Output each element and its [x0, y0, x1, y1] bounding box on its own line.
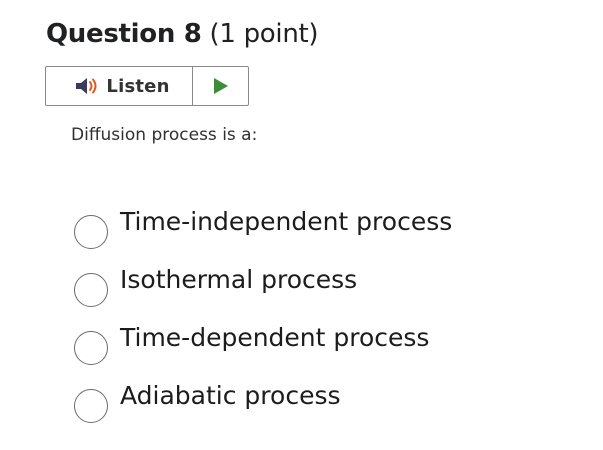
answer-options: Time-independent process Isothermal proc…	[74, 196, 452, 428]
radio-button[interactable]	[74, 331, 108, 365]
answer-option[interactable]: Time-independent process	[74, 196, 452, 254]
listen-button[interactable]: Listen	[46, 67, 193, 105]
radio-button[interactable]	[74, 389, 108, 423]
question-points: (1 point)	[209, 19, 319, 49]
answer-option-label: Time-independent process	[120, 207, 453, 236]
answer-option[interactable]: Isothermal process	[74, 254, 452, 312]
play-button[interactable]	[193, 67, 248, 105]
question-prompt: Diffusion process is a:	[71, 125, 258, 145]
speaker-icon	[76, 78, 97, 94]
answer-option-label: Time-dependent process	[120, 323, 430, 352]
play-icon	[213, 78, 228, 94]
read-aloud-widget: Listen	[45, 66, 249, 106]
radio-button[interactable]	[74, 273, 108, 307]
answer-option[interactable]: Time-dependent process	[74, 312, 452, 370]
question-number: Question 8	[46, 19, 202, 49]
answer-option[interactable]: Adiabatic process	[74, 370, 452, 428]
answer-option-label: Adiabatic process	[120, 381, 341, 410]
listen-label: Listen	[106, 75, 170, 97]
answer-option-label: Isothermal process	[120, 265, 358, 294]
radio-button[interactable]	[74, 215, 108, 249]
question-title: Question 8 (1 point)	[46, 16, 319, 52]
